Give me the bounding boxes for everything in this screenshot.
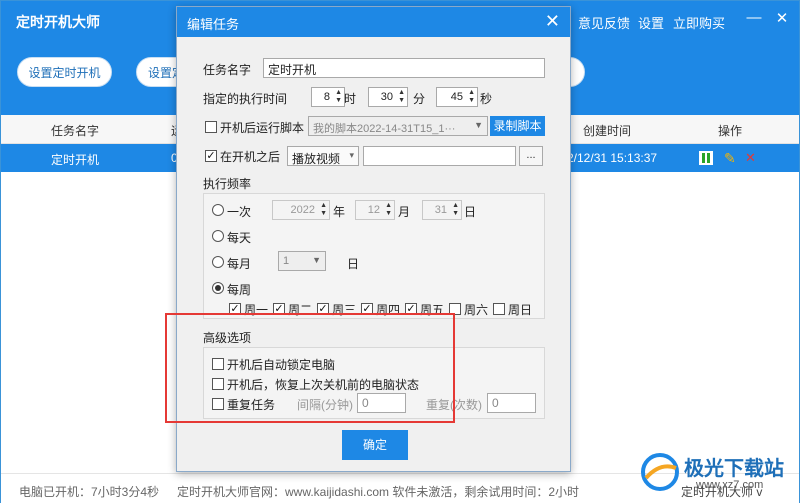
after-boot-checkbox[interactable]: ✓: [205, 150, 217, 162]
once-year-spinner: 2022 ▲ ▼: [272, 200, 330, 220]
ok-button[interactable]: 确定: [342, 430, 408, 460]
record-script-button[interactable]: 录制脚本: [490, 116, 545, 136]
monthly-day-select: 1 ▼: [278, 251, 326, 271]
minute-value: 30: [380, 91, 393, 103]
frequency-label: 执行频率: [203, 177, 252, 191]
spin-arrows-icon: ▲ ▼: [452, 202, 459, 217]
spin-arrows-icon[interactable]: ▲ ▼: [468, 89, 475, 105]
minute-unit: 分: [413, 92, 426, 106]
buy-link[interactable]: 立即购买: [673, 13, 725, 32]
chevron-down-icon: ▼: [312, 255, 321, 265]
script-select-value: 我的脚本2022-14-31T15_1···: [313, 123, 456, 135]
monthly-unit: 日: [347, 257, 360, 271]
weekly-radio[interactable]: [212, 282, 224, 294]
run-script-checkbox[interactable]: [205, 121, 217, 133]
spin-arrows-icon[interactable]: ▲ ▼: [398, 89, 405, 105]
uptime-text: 电脑已开机：7小时3分4秒: [19, 485, 160, 499]
task-name-input[interactable]: 定时开机: [263, 58, 545, 78]
minute-spinner[interactable]: 30 ▲ ▼: [368, 87, 408, 107]
second-unit: 秒: [480, 92, 493, 106]
col-actions: 操作: [718, 124, 743, 138]
chevron-down-icon: ▾: [349, 150, 354, 160]
once-year-value: 2022: [290, 204, 315, 216]
once-day-spinner: 31 ▲ ▼: [422, 200, 462, 220]
row-task-name: 定时开机: [51, 153, 100, 167]
chevron-down-icon: ▼: [474, 120, 483, 130]
spin-arrows-icon: ▲ ▼: [385, 202, 392, 217]
app-title: 定时开机大师: [16, 14, 100, 30]
dialog-titlebar: 编辑任务 ✕: [177, 7, 570, 37]
delete-icon[interactable]: ✕: [745, 150, 756, 166]
day-unit: 日: [464, 205, 477, 219]
second-value: 45: [450, 91, 463, 103]
weekday-checkbox[interactable]: [493, 303, 505, 315]
after-boot-label: 在开机之后: [220, 150, 281, 164]
watermark-url: www.xz7.com: [696, 479, 764, 491]
once-label: 一次: [227, 205, 252, 219]
col-created: 创建时间: [583, 124, 632, 138]
daily-radio[interactable]: [212, 230, 224, 242]
browse-button[interactable]: ...: [519, 146, 543, 166]
col-task-name: 任务名字: [51, 124, 100, 138]
site-text: 定时开机大师官网：www.kaijidashi.com 软件未激活，剩余试用时间…: [177, 485, 580, 499]
repeat-count-input[interactable]: 0: [487, 393, 536, 413]
weekday-label: 周日: [508, 303, 533, 317]
close-icon[interactable]: ✕: [773, 9, 791, 27]
dialog-close-icon[interactable]: ✕: [545, 11, 560, 32]
once-radio[interactable]: [212, 204, 224, 216]
watermark-text: 极光下载站: [684, 458, 784, 480]
month-unit: 月: [398, 205, 411, 219]
spin-arrows-icon: ▲ ▼: [320, 202, 327, 217]
script-select[interactable]: 我的脚本2022-14-31T15_1··· ▼: [308, 116, 488, 136]
set-boot-button[interactable]: 设置定时开机: [17, 57, 112, 87]
row-created: 2/12/31 15:13:37: [567, 151, 658, 165]
after-boot-action-select[interactable]: 播放视频 ▾: [287, 146, 359, 166]
highlight-box: [165, 313, 455, 423]
exec-time-label: 指定的执行时间: [203, 92, 288, 106]
pause-icon[interactable]: [699, 151, 713, 165]
logo-icon: [641, 453, 679, 491]
after-boot-action-value: 播放视频: [292, 152, 341, 166]
once-month-value: 12: [367, 204, 380, 216]
monthly-day-value: 1: [283, 255, 290, 267]
minimize-icon[interactable]: —: [745, 9, 763, 26]
daily-label: 每天: [227, 231, 252, 245]
feedback-link[interactable]: 意见反馈: [578, 13, 630, 32]
weekday-label: 周六: [464, 303, 489, 317]
hour-value: 8: [323, 91, 330, 103]
monthly-radio[interactable]: [212, 256, 224, 268]
once-day-value: 31: [434, 204, 447, 216]
task-name-label: 任务名字: [203, 63, 252, 77]
spin-arrows-icon[interactable]: ▲ ▼: [335, 89, 342, 105]
edit-icon[interactable]: ✎: [724, 150, 736, 167]
run-script-label: 开机后运行脚本: [220, 121, 305, 135]
watermark-logo: 极光下载站 www.xz7.com: [640, 448, 798, 498]
hour-spinner[interactable]: 8 ▲ ▼: [311, 87, 345, 107]
hour-unit: 时: [344, 92, 357, 106]
monthly-label: 每月: [227, 257, 252, 271]
year-unit: 年: [333, 205, 346, 219]
second-spinner[interactable]: 45 ▲ ▼: [436, 87, 478, 107]
weekly-label: 每周: [227, 283, 252, 297]
once-month-spinner: 12 ▲ ▼: [355, 200, 395, 220]
settings-link[interactable]: 设置: [638, 13, 664, 32]
after-boot-path-input[interactable]: [363, 146, 516, 166]
dialog-title: 编辑任务: [187, 17, 240, 32]
